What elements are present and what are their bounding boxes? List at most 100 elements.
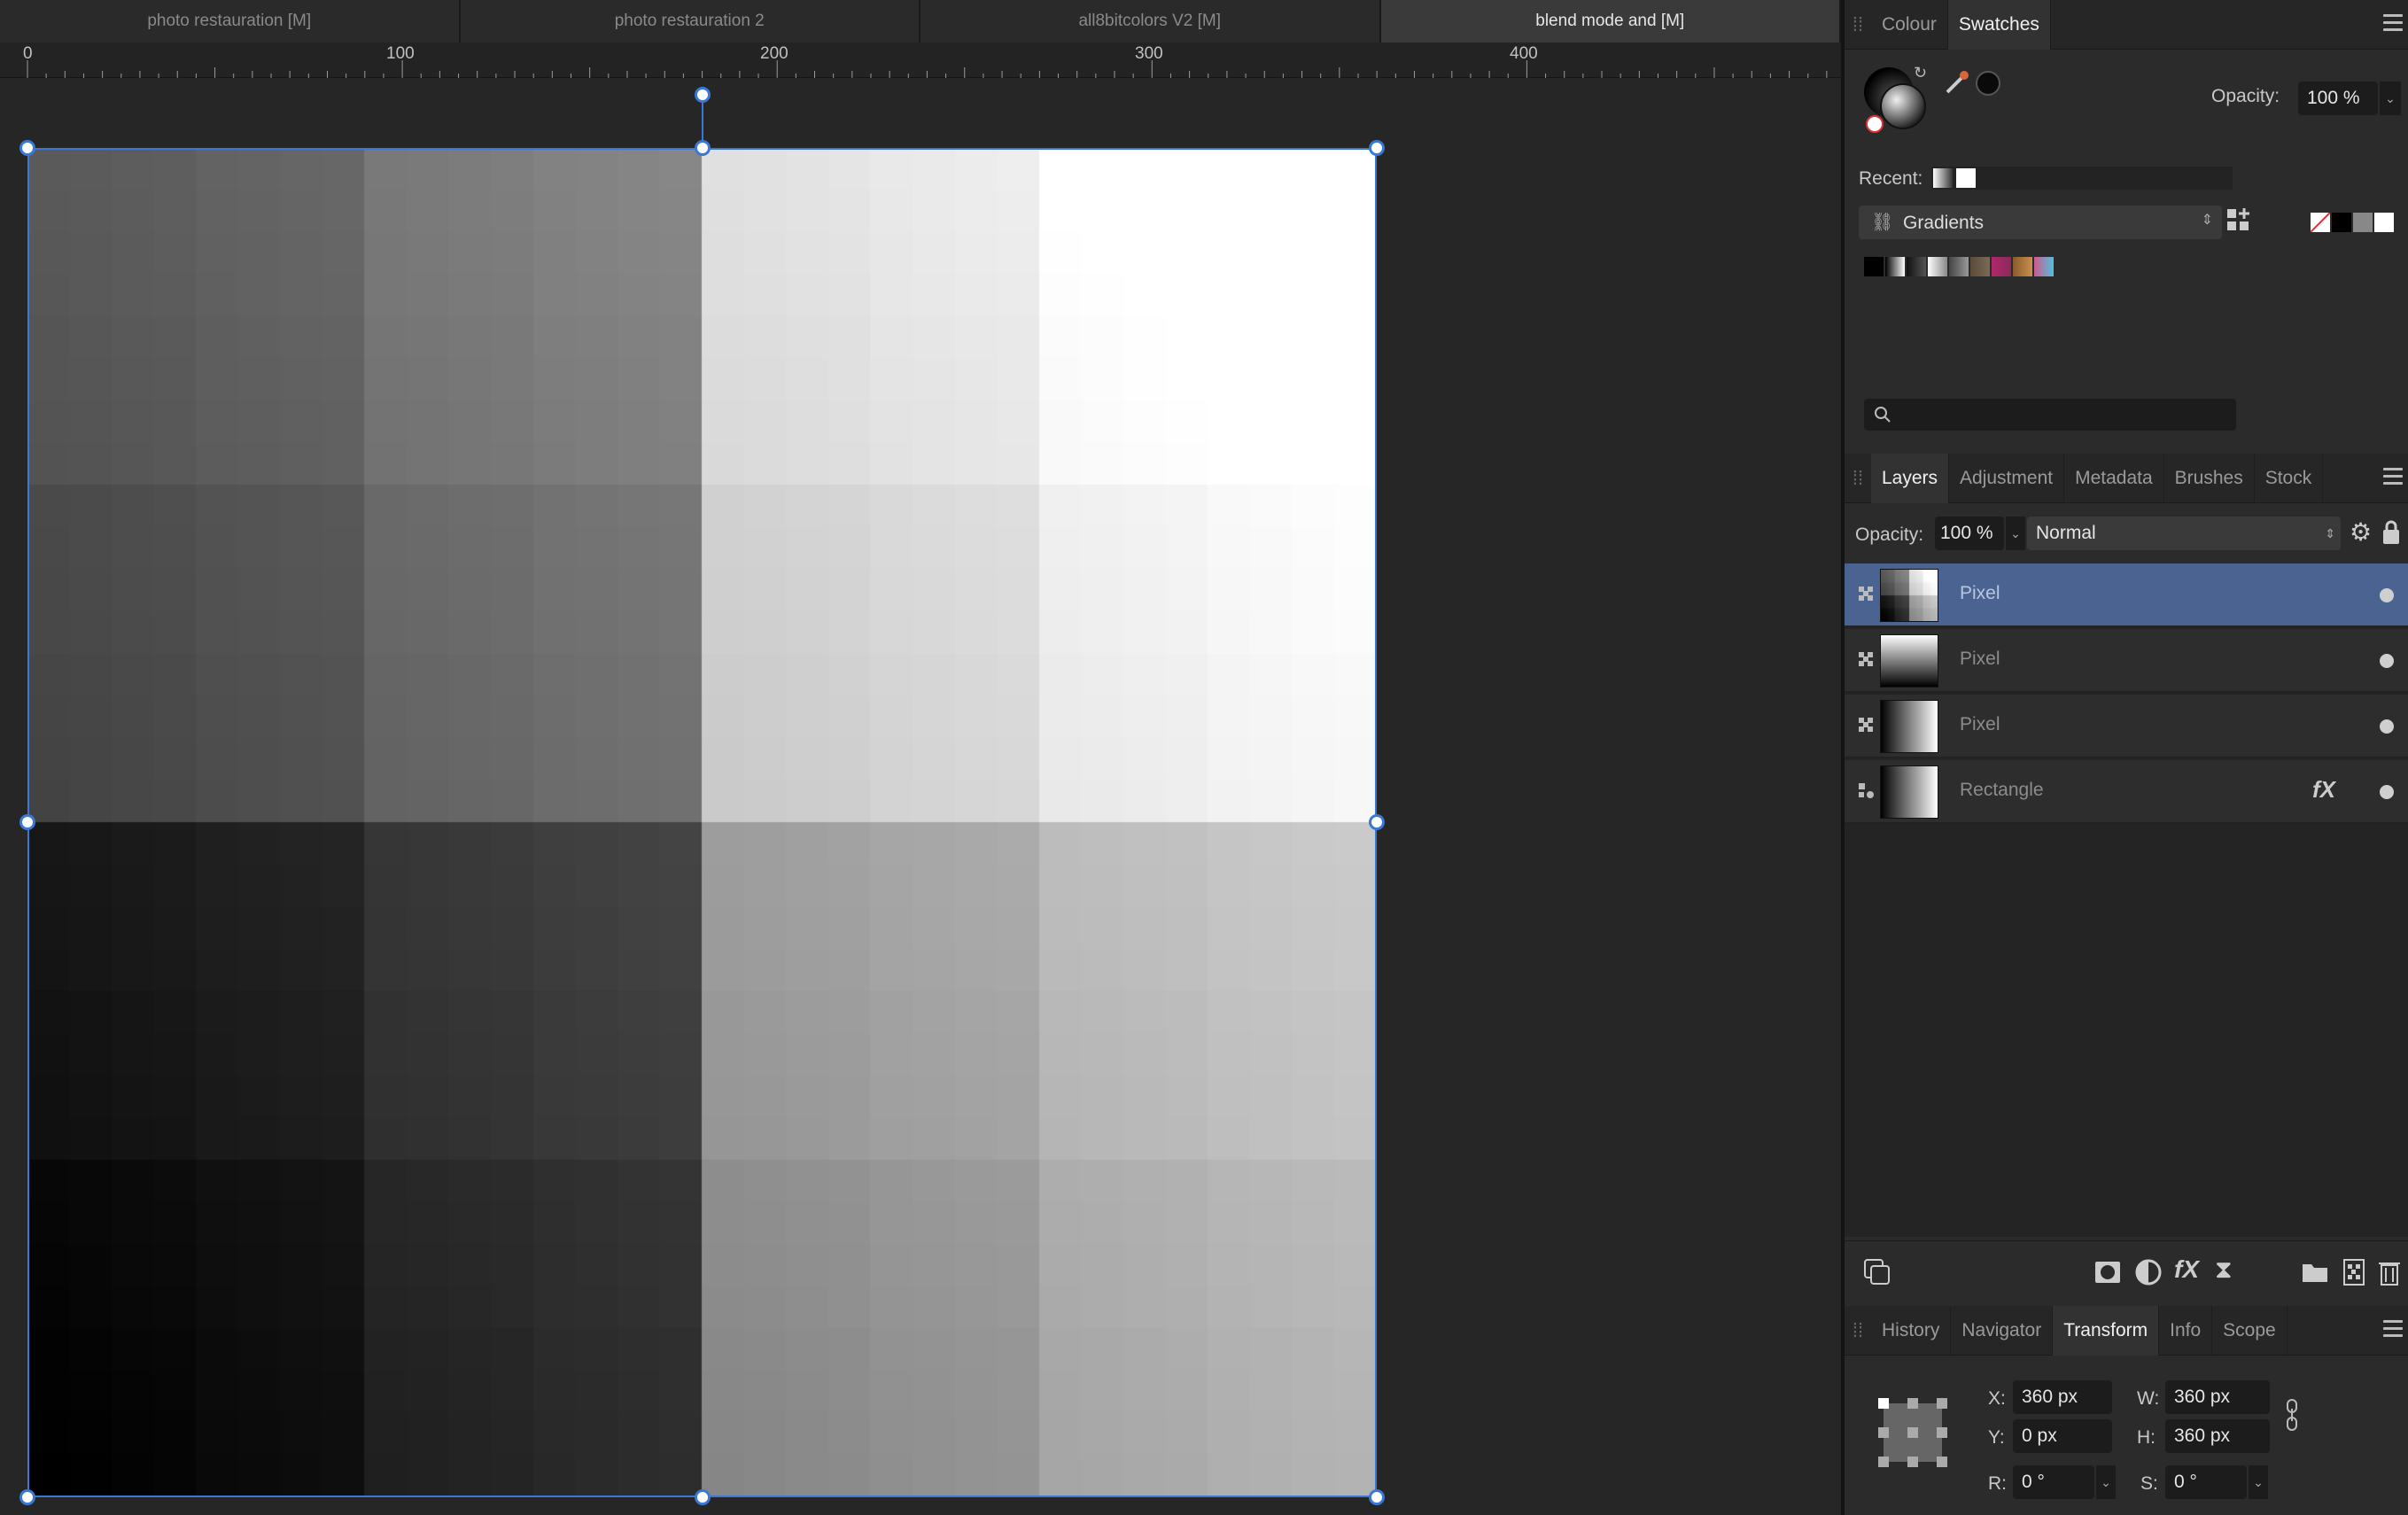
colour-picker-icon[interactable]	[1944, 69, 1970, 96]
handle-top-center[interactable]	[695, 140, 711, 156]
panel-grip-icon[interactable]: ⁞⁞	[1845, 1306, 1871, 1356]
visibility-toggle[interactable]	[2380, 719, 2394, 734]
tab-brushes[interactable]: Brushes	[2164, 453, 2255, 503]
chevron-down-icon[interactable]: ⌄	[2380, 82, 2401, 115]
handle-top-left[interactable]	[19, 140, 35, 156]
link-dimensions-icon[interactable]	[2284, 1398, 2302, 1433]
gradient-swatch-black[interactable]	[1864, 257, 1884, 276]
tab-metadata[interactable]: Metadata	[2064, 453, 2164, 503]
colour-panel-tabs: ⁞⁞ Colour Swatches	[1845, 0, 2408, 50]
gradient-swatch-magenta[interactable]	[1992, 257, 2011, 276]
layer-name: Pixel	[1960, 714, 2000, 734]
rotation-handle[interactable]	[695, 87, 711, 103]
tab-history[interactable]: History	[1871, 1305, 1952, 1356]
recent-swatch-white[interactable]	[1956, 168, 1976, 188]
layer-row[interactable]: Pixel	[1845, 695, 2408, 758]
ruler-label-0: 0	[23, 44, 33, 63]
colour-well[interactable]: ↻	[1864, 64, 1927, 135]
layers-list: Pixel Pixel Pixel Rectangle fX	[1845, 563, 2408, 1237]
visibility-toggle[interactable]	[2380, 588, 2394, 602]
tab-info[interactable]: Info	[2159, 1305, 2213, 1356]
hamburger-menu-icon[interactable]	[2383, 14, 2403, 32]
y-position-field[interactable]: 0 px	[2013, 1419, 2112, 1453]
panel-grip-icon[interactable]: ⁞⁞	[1845, 0, 1871, 50]
group-folder-icon[interactable]	[2300, 1257, 2330, 1287]
tab-navigator[interactable]: Navigator	[1951, 1305, 2054, 1356]
blend-mode-dropdown[interactable]: Normal ⇕	[2027, 517, 2341, 550]
colour-opacity-field[interactable]: 100 %	[2298, 82, 2378, 115]
swap-colours-icon[interactable]: ↻	[1914, 64, 1927, 82]
recent-swatch-gradient[interactable]	[1933, 168, 1953, 188]
artwork-image[interactable]	[27, 148, 1377, 1497]
chevron-down-icon[interactable]: ⌄	[2006, 517, 2025, 550]
trash-icon[interactable]	[2374, 1257, 2404, 1287]
hamburger-menu-icon[interactable]	[2383, 1320, 2403, 1338]
height-field[interactable]: 360 px	[2165, 1419, 2270, 1453]
mask-layer-icon[interactable]	[2093, 1257, 2123, 1287]
tab-adjustment[interactable]: Adjustment	[1949, 453, 2065, 503]
s-label: S:	[2140, 1473, 2158, 1494]
canvas-area[interactable]	[0, 78, 1841, 1515]
doc-tab-blend-mode[interactable]: blend mode and [M]	[1380, 0, 1841, 43]
tab-stock[interactable]: Stock	[2255, 453, 2324, 503]
gear-icon[interactable]: ⚙	[2350, 517, 2372, 547]
anchor-point-selector[interactable]	[1876, 1396, 1949, 1469]
chevron-down-icon[interactable]: ⌄	[2249, 1465, 2268, 1499]
tab-scope[interactable]: Scope	[2212, 1305, 2288, 1356]
picked-colour-swatch[interactable]	[1976, 71, 2000, 96]
handle-bottom-center[interactable]	[695, 1489, 711, 1505]
tab-colour[interactable]: Colour	[1871, 0, 1948, 50]
gradient-swatch-bronze[interactable]	[2013, 257, 2032, 276]
hamburger-menu-icon[interactable]	[2383, 468, 2403, 486]
doc-tab-photo-restauration[interactable]: photo restauration [M]	[0, 0, 461, 43]
panel-grip-icon[interactable]: ⁞⁞	[1845, 454, 1871, 503]
layer-row[interactable]: Pixel	[1845, 563, 2408, 627]
grey-swatch[interactable]	[2353, 213, 2373, 232]
none-swatch[interactable]	[2310, 212, 2331, 233]
handle-top-right[interactable]	[1369, 140, 1385, 156]
layer-row[interactable]: Rectangle fX	[1845, 760, 2408, 824]
handle-bottom-left[interactable]	[19, 1489, 35, 1505]
r-label: R:	[1988, 1473, 2007, 1494]
gradient-swatch-black-white[interactable]	[1885, 257, 1905, 276]
adjustment-icon[interactable]	[2133, 1257, 2163, 1287]
handle-bottom-right[interactable]	[1369, 1489, 1385, 1505]
add-pixel-layer-icon[interactable]	[2339, 1257, 2369, 1287]
no-colour-icon[interactable]	[1866, 115, 1884, 133]
gradient-swatch-grey[interactable]	[1949, 257, 1969, 276]
black-swatch[interactable]	[2332, 213, 2351, 232]
width-field[interactable]: 360 px	[2165, 1380, 2270, 1414]
fx-icon[interactable]: fX	[2174, 1255, 2204, 1286]
doc-tab-all8bitcolors[interactable]: all8bitcolors V2 [M]	[920, 0, 1381, 43]
handle-middle-left[interactable]	[19, 814, 35, 830]
gradient-swatch-brown[interactable]	[1970, 257, 1990, 276]
layer-opacity-field[interactable]: 100 %	[1935, 517, 2004, 550]
handle-middle-right[interactable]	[1369, 814, 1385, 830]
visibility-toggle[interactable]	[2380, 654, 2394, 668]
chevron-down-icon[interactable]: ⌄	[2096, 1465, 2116, 1499]
layer-row[interactable]: Pixel	[1845, 629, 2408, 693]
shear-field[interactable]: 0 °	[2165, 1465, 2247, 1499]
horizontal-ruler[interactable]: 0 100 200 300 400	[0, 43, 1841, 78]
fx-icon[interactable]: fX	[2312, 776, 2335, 804]
palette-dropdown[interactable]: ⛓ Gradients ⇕	[1859, 206, 2222, 239]
stroke-circle-icon[interactable]	[1880, 83, 1926, 129]
layer-opacity-label: Opacity:	[1855, 524, 1924, 545]
live-filter-icon[interactable]: ⧗	[2215, 1255, 2245, 1286]
visibility-toggle[interactable]	[2380, 785, 2394, 799]
layer-options-icon[interactable]	[1862, 1257, 1892, 1287]
gradient-swatch-cyan[interactable]	[2034, 257, 2054, 276]
doc-tab-photo-restauration-2[interactable]: photo restauration 2	[460, 0, 920, 43]
lock-icon[interactable]	[2381, 519, 2401, 546]
swatch-search-field[interactable]	[1864, 399, 2236, 431]
x-position-field[interactable]: 360 px	[2013, 1380, 2112, 1414]
tab-swatches[interactable]: Swatches	[1947, 0, 2051, 50]
gradient-swatch-white-grey[interactable]	[1928, 257, 1947, 276]
add-swatch-icon[interactable]	[2225, 207, 2254, 236]
gradient-swatch-dark[interactable]	[1907, 257, 1926, 276]
layer-name: Rectangle	[1960, 780, 2044, 800]
white-swatch[interactable]	[2374, 213, 2394, 232]
rotation-field[interactable]: 0 °	[2013, 1465, 2094, 1499]
tab-layers[interactable]: Layers	[1871, 453, 1950, 503]
tab-transform[interactable]: Transform	[2053, 1305, 2160, 1356]
